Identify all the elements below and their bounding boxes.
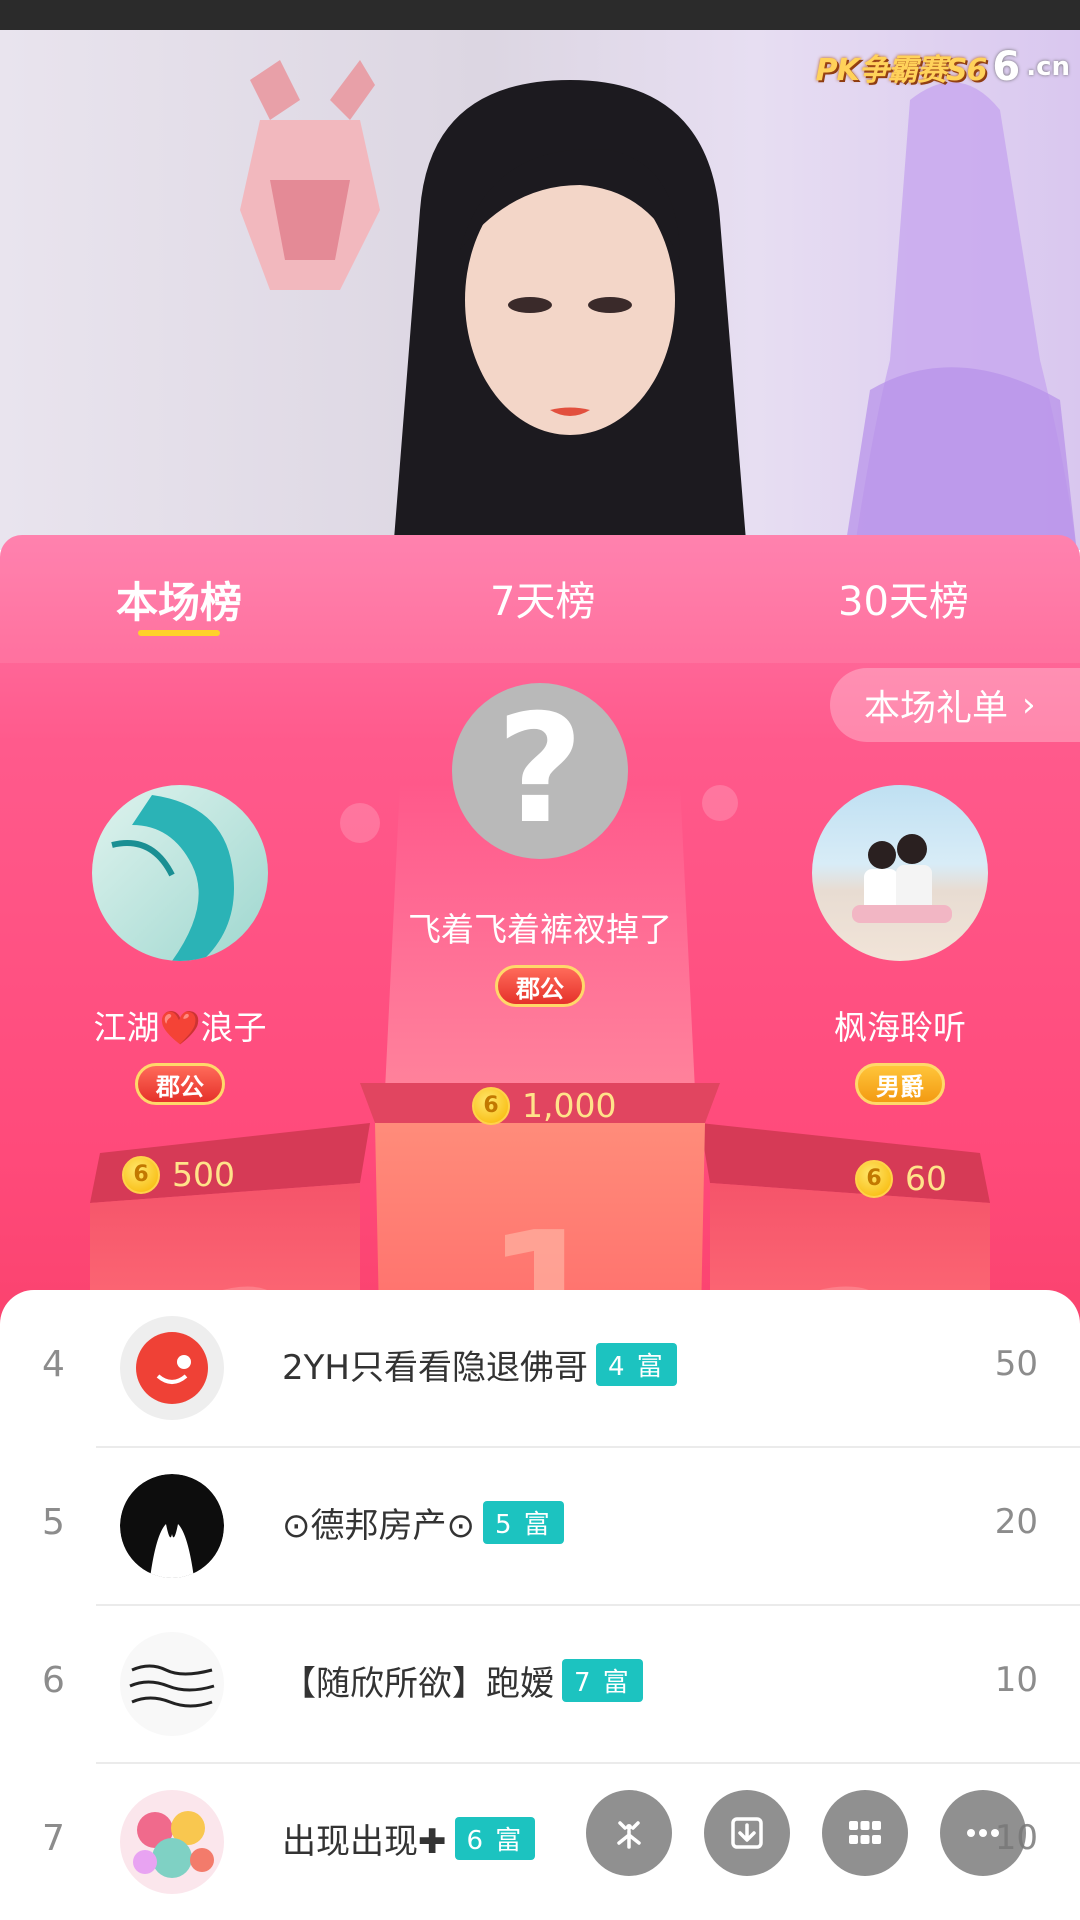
active-tab-indicator	[138, 630, 220, 636]
list-item[interactable]: 6 【随欣所欲】跑嫒 7 富 10	[0, 1606, 1080, 1764]
coin-icon: 6	[122, 1155, 160, 1194]
status-bar	[0, 0, 1080, 30]
list-item-name: 出现出现✚	[282, 1822, 447, 1862]
rank-number: 5	[42, 1502, 65, 1543]
list-item-name-wrap: 出现出现✚ 6 富	[282, 1814, 536, 1863]
coin-icon: 6	[472, 1086, 510, 1125]
couple-avatar-image	[852, 834, 952, 923]
wealth-level-badge: 7 富	[562, 1659, 643, 1702]
list-item[interactable]: 4 2YH只看看隐退佛哥 4 富 50	[0, 1290, 1080, 1448]
rank-number: 4	[42, 1344, 65, 1385]
doll-decoration-image	[844, 82, 1077, 550]
tab-this-session[interactable]: 本场榜	[116, 569, 242, 630]
second-place-badge: 郡公	[135, 1063, 225, 1105]
avatar[interactable]	[120, 1632, 224, 1736]
logo-pk-text: PK争霸赛S6	[815, 53, 988, 88]
candy-avatar-image	[133, 1811, 214, 1878]
avatar[interactable]	[120, 1474, 224, 1578]
list-item-name-wrap: 【随欣所欲】跑嫒 7 富	[282, 1656, 643, 1705]
handwriting-avatar-image	[129, 1664, 215, 1708]
live-video[interactable]: PK争霸赛S6 6 .cn	[0, 30, 1080, 550]
wealth-level-badge: 6 富	[454, 1817, 536, 1860]
third-place-avatar[interactable]	[812, 785, 988, 961]
contribution-value: 10	[994, 1660, 1038, 1700]
first-place-name: 飞着飞着裤衩掉了	[408, 910, 672, 949]
podium: 1 2 3 ? 飞着飞着裤衩掉了 郡公 6 1,000 江湖❤️浪子 郡公	[0, 663, 1080, 1363]
effects-button[interactable]	[586, 1790, 672, 1876]
question-mark-icon: ?	[496, 683, 583, 857]
tab-30-days[interactable]: 30天榜	[838, 569, 969, 627]
wealth-level-badge: 4 富	[595, 1343, 677, 1386]
wink-face-icon	[136, 1332, 208, 1404]
grid-menu-button[interactable]	[822, 1790, 908, 1876]
second-place-name: 江湖❤️浪子	[93, 1008, 267, 1047]
list-item-name: ⊙德邦房产⊙	[282, 1506, 475, 1546]
list-item-name-wrap: 2YH只看看隐退佛哥 4 富	[282, 1340, 677, 1389]
first-place-badge: 郡公	[495, 965, 585, 1007]
dragon-avatar-image	[111, 795, 234, 961]
rank-number: 7	[42, 1818, 65, 1859]
first-place-avatar[interactable]: ?	[452, 683, 628, 859]
second-place-score-value: 500	[172, 1155, 235, 1194]
sparkle-icon	[617, 1821, 641, 1849]
second-place-score: 6 500	[122, 1155, 235, 1194]
svg-text:?: ?	[496, 683, 583, 857]
rank-number: 6	[42, 1660, 65, 1701]
third-place-name: 枫海聆听	[834, 1008, 966, 1047]
list-item-name: 2YH只看看隐退佛哥	[282, 1348, 588, 1388]
more-icon	[967, 1829, 999, 1837]
third-place-score: 6 60	[855, 1159, 947, 1198]
avatar[interactable]	[120, 1790, 224, 1894]
avatar[interactable]	[120, 1316, 224, 1420]
more-button[interactable]	[940, 1790, 1026, 1876]
list-item[interactable]: 7 出现出现✚ 6 富 10	[0, 1764, 1080, 1920]
second-place-avatar[interactable]	[92, 785, 268, 961]
list-item-name-wrap: ⊙德邦房产⊙ 5 富	[282, 1498, 564, 1547]
rank-list: 4 2YH只看看隐退佛哥 4 富 50 5 ⊙德邦房产⊙ 5 富 20 6 【随…	[0, 1290, 1080, 1920]
first-place-score: 6 1,000	[472, 1086, 616, 1125]
logo-brand-text: 6	[992, 44, 1021, 90]
coin-icon: 6	[855, 1159, 893, 1198]
first-place-score-value: 1,000	[522, 1086, 617, 1125]
grid-icon	[849, 1821, 881, 1844]
silhouette-avatar-image	[120, 1474, 224, 1578]
channel-logo: PK争霸赛S6 6 .cn	[816, 42, 1070, 92]
rank-tabs: 本场榜 7天榜 30天榜	[0, 535, 1080, 663]
download-icon	[731, 1817, 763, 1849]
logo-domain-text: .cn	[1026, 52, 1070, 82]
third-place-badge: 男爵	[855, 1063, 945, 1105]
tab-7-days[interactable]: 7天榜	[490, 569, 595, 627]
contribution-value: 50	[994, 1344, 1038, 1384]
list-item[interactable]: 5 ⊙德邦房产⊙ 5 富 20	[0, 1448, 1080, 1606]
wealth-level-badge: 5 富	[482, 1501, 564, 1544]
streamer-image	[393, 80, 747, 550]
download-button[interactable]	[704, 1790, 790, 1876]
list-item-name: 【随欣所欲】跑嫒	[282, 1664, 554, 1704]
contribution-value: 20	[994, 1502, 1038, 1542]
third-place-score-value: 60	[905, 1159, 947, 1198]
